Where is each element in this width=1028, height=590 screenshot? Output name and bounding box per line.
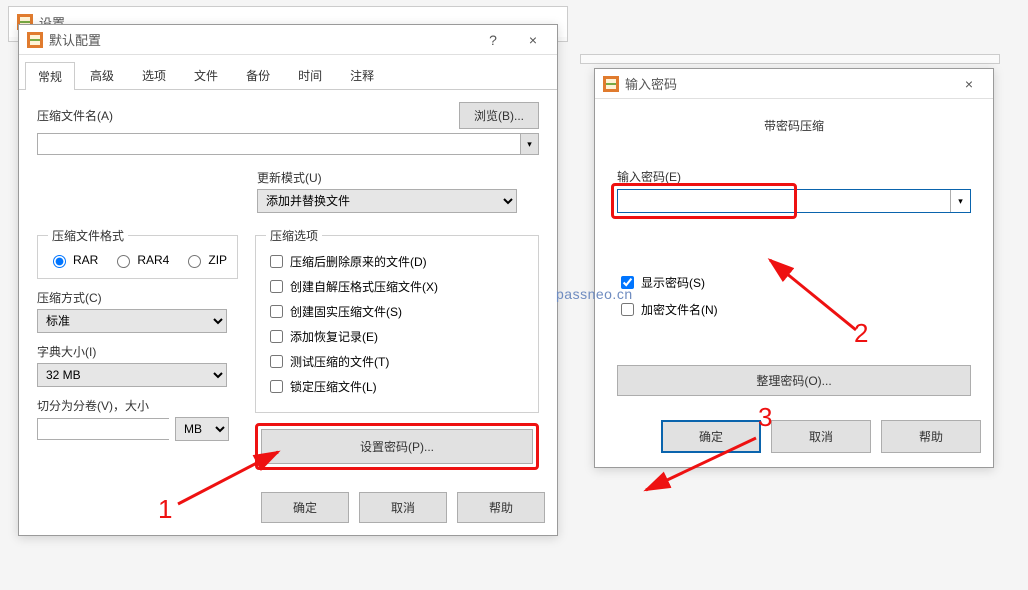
close-button[interactable]: × (949, 70, 989, 98)
format-rar4[interactable]: RAR4 (112, 252, 169, 268)
opt-lock[interactable]: 锁定压缩文件(L) (266, 377, 528, 396)
annotation-arrow-3 (628, 432, 768, 504)
annotation-arrow-1 (172, 442, 292, 512)
tab-general[interactable]: 常规 (25, 62, 75, 90)
tab-strip: 常规 高级 选项 文件 备份 时间 注释 (19, 55, 557, 90)
tab-backup[interactable]: 备份 (233, 61, 283, 89)
close-button[interactable]: × (513, 26, 553, 54)
help-button[interactable]: ? (473, 26, 513, 54)
split-label: 切分为分卷(V)，大小 (37, 397, 237, 414)
dict-label: 字典大小(I) (37, 343, 237, 360)
password-heading: 带密码压缩 (617, 117, 971, 134)
format-zip[interactable]: ZIP (183, 252, 227, 268)
opt-recovery[interactable]: 添加恢复记录(E) (266, 327, 528, 346)
options-group: 压缩选项 压缩后删除原来的文件(D) 创建自解压格式压缩文件(X) 创建固实压缩… (255, 227, 539, 413)
tab-comment[interactable]: 注释 (337, 61, 387, 89)
dict-select[interactable]: 32 MB (37, 363, 227, 387)
tab-time[interactable]: 时间 (285, 61, 335, 89)
tab-advanced[interactable]: 高级 (77, 61, 127, 89)
browse-button[interactable]: 浏览(B)... (459, 102, 539, 129)
annotation-num-1: 1 (158, 494, 172, 525)
password-label: 输入密码(E) (617, 168, 971, 185)
filename-label: 压缩文件名(A) (37, 107, 113, 124)
filename-input[interactable] (38, 134, 520, 154)
method-label: 压缩方式(C) (37, 289, 237, 306)
split-unit-select[interactable]: MB (175, 417, 229, 441)
opt-delete-after[interactable]: 压缩后删除原来的文件(D) (266, 252, 528, 271)
cancel-button[interactable]: 取消 (359, 492, 447, 523)
opt-sfx[interactable]: 创建自解压格式压缩文件(X) (266, 277, 528, 296)
password-dialog-title: 输入密码 (625, 74, 949, 93)
update-mode-label: 更新模式(U) (257, 169, 539, 186)
filename-dropdown[interactable]: ▾ (520, 134, 538, 154)
set-password-button[interactable]: 设置密码(P)... (261, 429, 533, 464)
format-group: 压缩文件格式 RAR RAR4 ZIP (37, 227, 238, 279)
tab-files[interactable]: 文件 (181, 61, 231, 89)
watermark-text: passneo.cn (556, 286, 633, 302)
method-select[interactable]: 标准 (37, 309, 227, 333)
cancel-button[interactable]: 取消 (771, 420, 871, 453)
help-button-bottom[interactable]: 帮助 (457, 492, 545, 523)
password-input[interactable] (618, 190, 950, 212)
annotation-num-2: 2 (854, 318, 868, 349)
tab-options[interactable]: 选项 (129, 61, 179, 89)
opt-test[interactable]: 测试压缩的文件(T) (266, 352, 528, 371)
annotation-box-1: 设置密码(P)... (255, 423, 539, 470)
default-dialog-title: 默认配置 (49, 30, 473, 49)
options-legend: 压缩选项 (266, 227, 322, 244)
help-button-bottom[interactable]: 帮助 (881, 420, 981, 453)
format-rar[interactable]: RAR (48, 252, 98, 268)
winrar-icon (603, 76, 619, 92)
password-dropdown[interactable]: ▾ (950, 190, 970, 212)
organize-passwords-button[interactable]: 整理密码(O)... (617, 365, 971, 396)
format-legend: 压缩文件格式 (48, 227, 128, 244)
update-mode-select[interactable]: 添加并替换文件 (257, 189, 517, 213)
winrar-icon (27, 32, 43, 48)
opt-solid[interactable]: 创建固实压缩文件(S) (266, 302, 528, 321)
annotation-num-3: 3 (758, 402, 772, 433)
